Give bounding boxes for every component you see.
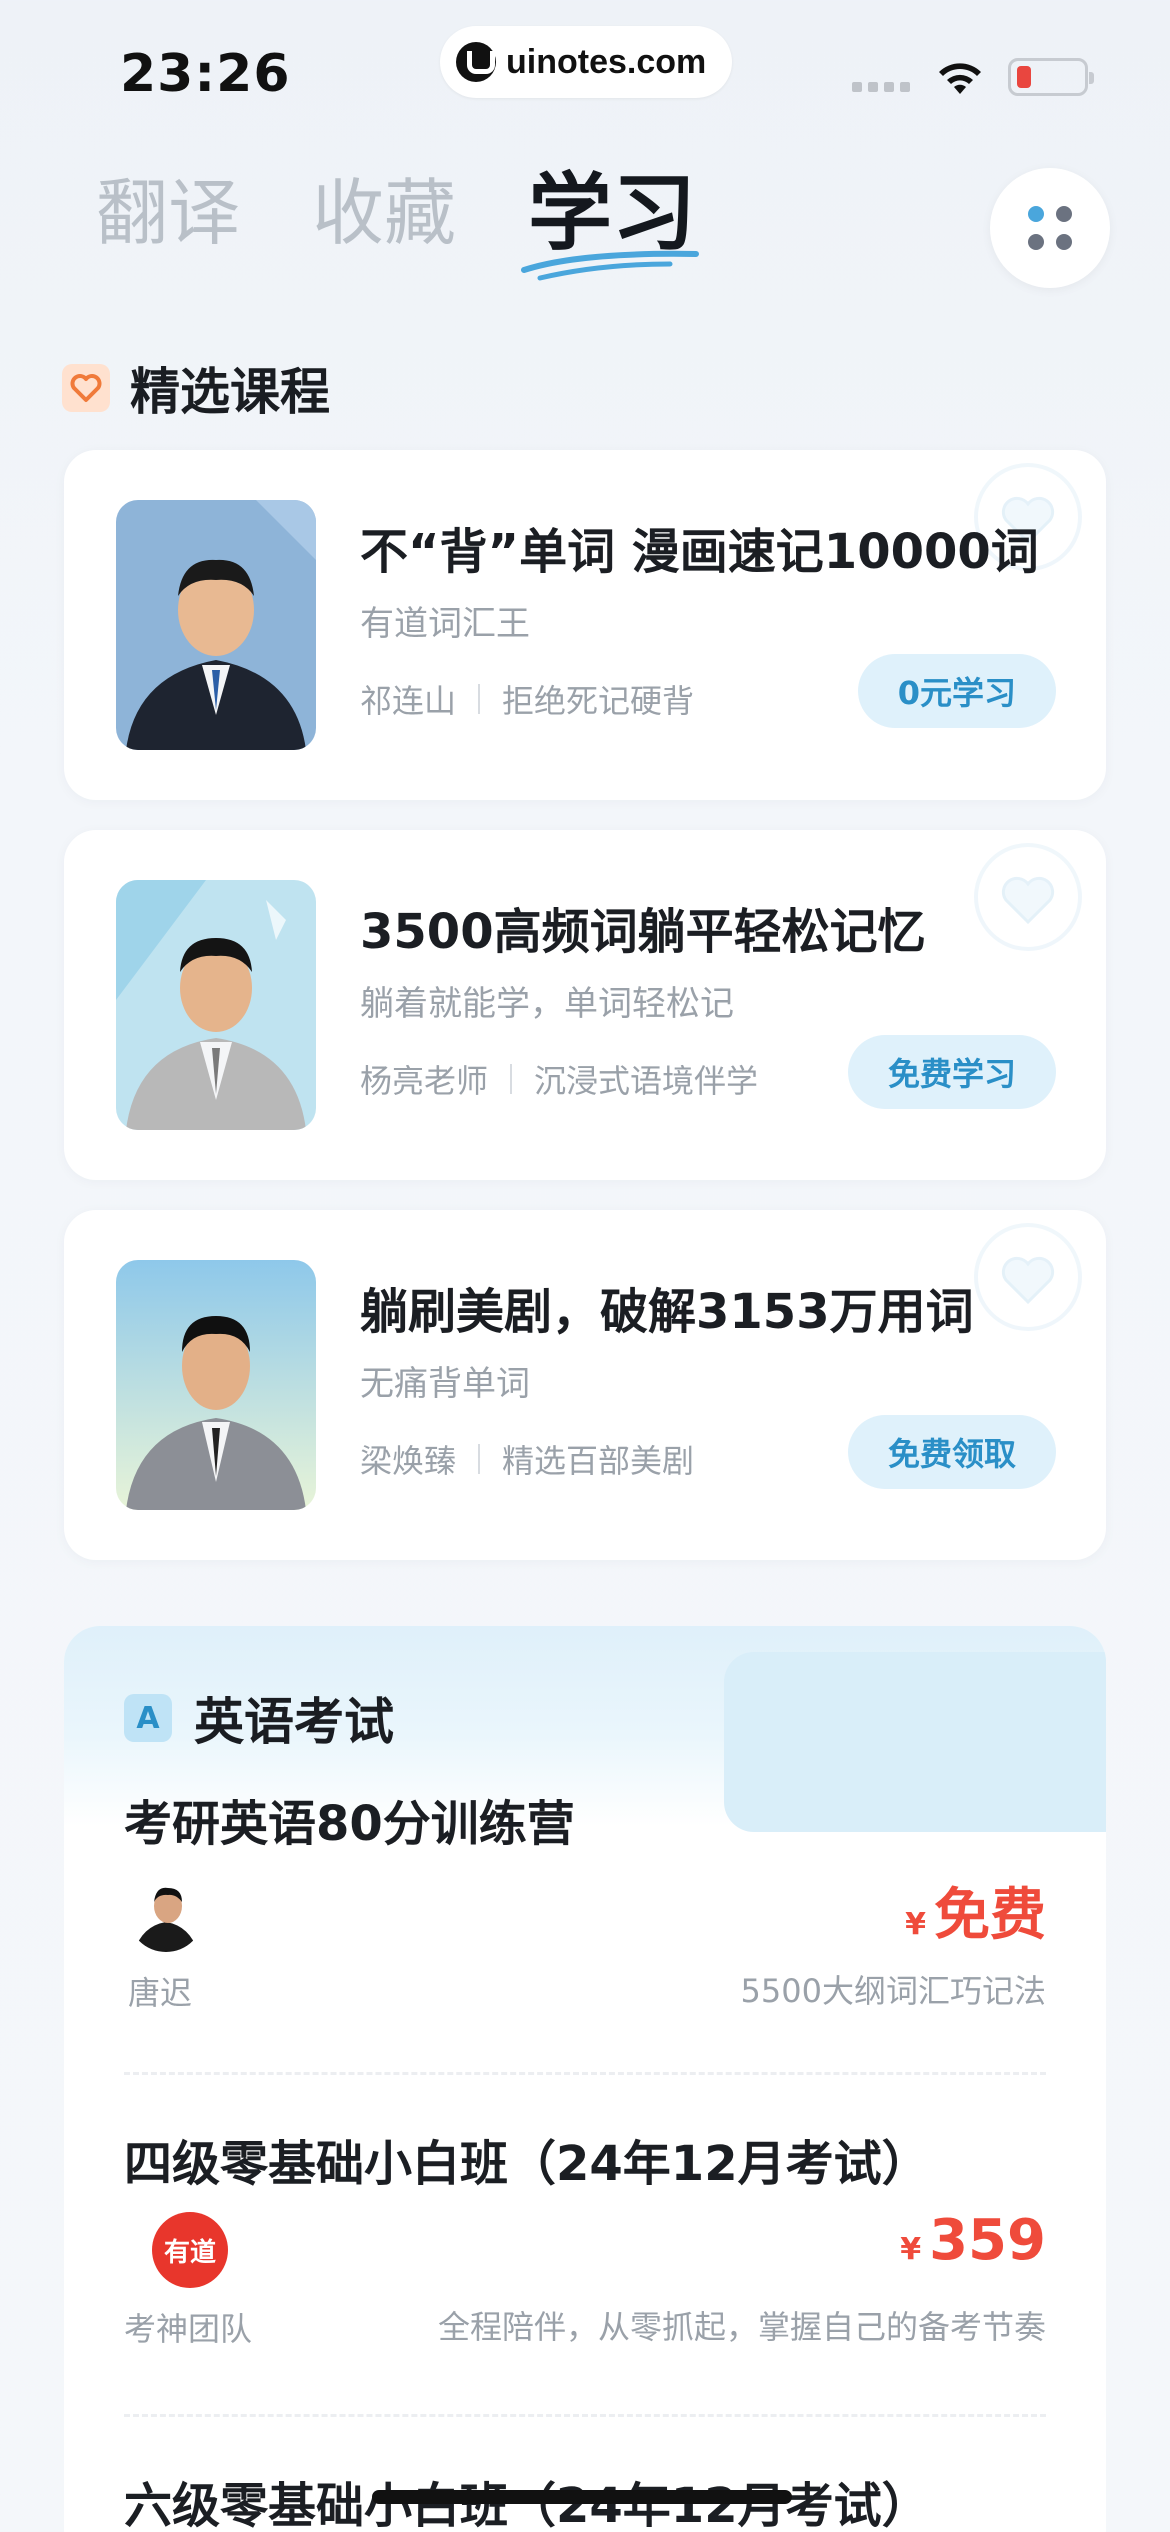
price-value: 免费 (934, 1883, 1046, 1948)
course-subtitle: 躺着就能学，单词轻松记 (360, 984, 734, 1024)
meta-divider (478, 684, 481, 714)
status-time: 23:26 (120, 44, 291, 104)
teacher-name: 唐迟 (128, 1974, 193, 2012)
site-logo-icon (456, 42, 496, 82)
course-teacher: 祁连山 (360, 682, 457, 720)
tab-favorites[interactable]: 收藏 (312, 168, 456, 258)
featured-section-title: 精选课程 (130, 363, 330, 421)
course-teacher-photo (116, 1260, 316, 1510)
teacher-name: 考神团队 (124, 2310, 253, 2348)
cellular-signal-icon (852, 82, 910, 92)
price-value: 359 (929, 2208, 1046, 2273)
price-currency: ¥ (900, 2232, 922, 2267)
course-subtitle: 无痛背单词 (360, 1364, 530, 1404)
youdao-logo-icon: 有道 (152, 2212, 228, 2288)
home-indicator[interactable] (372, 2490, 792, 2504)
a-letter-icon: A (124, 1694, 172, 1742)
apps-menu-button[interactable] (990, 168, 1110, 288)
apps-dot-icon (1056, 234, 1072, 250)
course-card[interactable]: 3500高频词躺平轻松记忆 躺着就能学，单词轻松记 杨亮老师 沉浸式语境伴学 免… (64, 830, 1106, 1180)
course-card[interactable]: 不“背”单词 漫画速记10000词 有道词汇王 祁连山 拒绝死记硬背 0元学习 (64, 450, 1106, 800)
exam-section-header: A 英语考试 (124, 1682, 394, 1754)
course-teacher-photo (116, 500, 316, 750)
price: ¥ 免费 (905, 1870, 1046, 1951)
course-teacher: 梁焕臻 (360, 1442, 457, 1480)
course-title: 3500高频词躺平轻松记忆 (360, 904, 926, 960)
course-cta-button[interactable]: 免费领取 (847, 1415, 1056, 1489)
course-card[interactable]: 躺刷美剧，破解3153万用词 无痛背单词 梁焕臻 精选百部美剧 免费领取 (64, 1210, 1106, 1560)
course-tag: 沉浸式语境伴学 (534, 1062, 759, 1100)
heart-deco-icon (974, 1223, 1082, 1331)
tab-translate[interactable]: 翻译 (96, 168, 240, 258)
course-meta: 祁连山 拒绝死记硬背 (360, 676, 694, 722)
exam-course-desc: 5500大纲词汇巧记法 (740, 1972, 1046, 2010)
wifi-icon (939, 63, 981, 94)
tab-underline-decoration (521, 250, 700, 281)
course-cta-button[interactable]: 0元学习 (857, 654, 1056, 728)
course-cta-button[interactable]: 免费学习 (847, 1035, 1056, 1109)
course-title: 躺刷美剧，破解3153万用词 (360, 1284, 974, 1340)
meta-divider (478, 1444, 481, 1474)
course-tag: 拒绝死记硬背 (502, 682, 695, 720)
exam-course-item[interactable]: 四级零基础小白班（24年12月考试） 有道 考神团队 ¥ 359 全程陪伴，从零… (124, 2124, 1046, 2354)
featured-section-header: 精选课程 (62, 352, 330, 424)
url-text: uinotes.com (506, 42, 707, 81)
tab-study[interactable]: 学习 (521, 168, 700, 281)
exam-section-title: 英语考试 (194, 1693, 394, 1751)
apps-dot-icon (1056, 206, 1072, 222)
top-tabs: 翻译 收藏 学习 (96, 168, 700, 281)
apps-dot-icon (1028, 206, 1044, 222)
meta-divider (510, 1064, 513, 1094)
battery-icon (1008, 58, 1094, 96)
exam-course-name: 四级零基础小白班（24年12月考试） (124, 2136, 930, 2192)
exam-course-item[interactable]: 考研英语80分训练营 唐迟 ¥ 免费 5500大纲词汇巧记法 (124, 1784, 1046, 2014)
list-divider (124, 2414, 1046, 2417)
list-divider (124, 2072, 1046, 2075)
price-currency: ¥ (905, 1907, 926, 1942)
youdao-logo-text: 有道 (163, 2237, 216, 2268)
exam-course-desc: 全程陪伴，从零抓起，掌握自己的备考节奏 (437, 2308, 1046, 2346)
course-meta: 杨亮老师 沉浸式语境伴学 (360, 1056, 758, 1102)
course-meta: 梁焕臻 精选百部美剧 (360, 1436, 694, 1482)
course-tag: 精选百部美剧 (502, 1442, 695, 1480)
apps-dot-icon (1028, 234, 1044, 250)
heart-deco-icon (974, 843, 1082, 951)
course-teacher-photo (116, 880, 316, 1130)
course-title: 不“背”单词 漫画速记10000词 (360, 524, 1039, 580)
price: ¥ 359 (900, 2208, 1046, 2273)
exam-panel: A 英语考试 考研英语80分训练营 唐迟 ¥ 免费 5500大纲词汇巧记法 四级… (64, 1626, 1106, 2532)
exam-course-name: 考研英语80分训练营 (124, 1796, 575, 1852)
teacher-avatar (128, 1876, 204, 1952)
status-bar: 23:26 uinotes.com (0, 0, 1170, 140)
course-subtitle: 有道词汇王 (360, 604, 530, 644)
heart-icon (62, 364, 110, 412)
url-pill[interactable]: uinotes.com (440, 26, 732, 98)
course-teacher: 杨亮老师 (360, 1062, 489, 1100)
